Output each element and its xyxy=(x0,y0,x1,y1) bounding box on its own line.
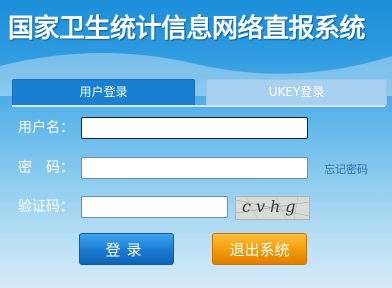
page-title: 国家卫生统计信息网络直报系统 xyxy=(8,14,366,44)
captcha-input[interactable] xyxy=(81,196,228,218)
username-label: 用户名： xyxy=(18,120,74,136)
captcha-text: cvhg xyxy=(242,197,301,216)
tab-user-login[interactable]: 用户登录 xyxy=(12,79,195,106)
exit-system-button[interactable]: 退出系统 xyxy=(212,233,307,265)
tab-divider xyxy=(12,105,385,107)
captcha-image[interactable]: cvhg xyxy=(235,196,310,220)
header-banner: 国家卫生统计信息网络直报系统 xyxy=(0,0,392,96)
password-input[interactable] xyxy=(81,157,308,179)
password-label: 密 码： xyxy=(18,160,74,176)
login-button[interactable]: 登录 xyxy=(79,233,174,265)
username-input[interactable] xyxy=(81,117,308,139)
forgot-password-link[interactable]: 忘记密码 xyxy=(324,161,368,177)
captcha-label: 验证码： xyxy=(18,199,74,215)
tab-ukey-login[interactable]: UKEY登录 xyxy=(206,79,387,106)
